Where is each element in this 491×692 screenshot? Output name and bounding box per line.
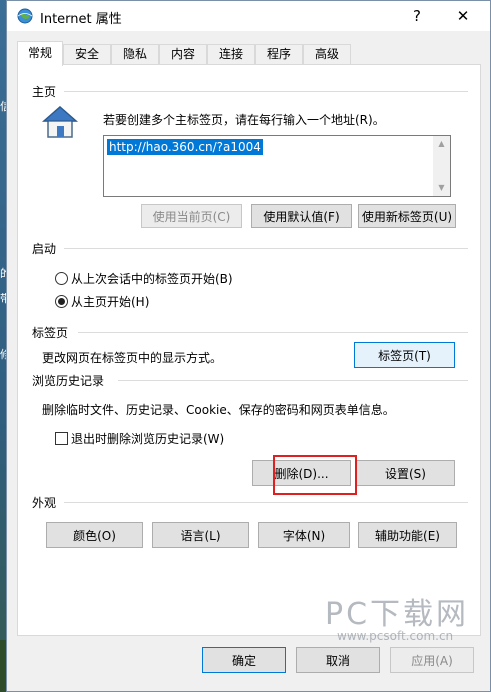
watermark-brand: PC下载网: [325, 597, 470, 632]
history-section-title: 浏览历史记录: [32, 374, 105, 388]
homepage-instruction: 若要创建多个主标签页，请在每行输入一个地址(R)。: [103, 113, 385, 127]
homepage-url-value: http://hao.360.cn/?a1004: [107, 139, 263, 155]
homepage-section-title: 主页: [32, 85, 57, 99]
tabs-description: 更改网页在标签页中的显示方式。: [42, 351, 223, 365]
tab-programs[interactable]: 程序: [255, 44, 303, 65]
accessibility-button[interactable]: 辅助功能(E): [358, 522, 457, 548]
section-divider: [64, 502, 468, 503]
delete-on-exit-label: 退出时删除浏览历史记录(W): [71, 432, 225, 446]
tabs-settings-button[interactable]: 标签页(T): [354, 342, 455, 368]
textarea-scrollbar[interactable]: ▲ ▼: [433, 136, 450, 196]
use-current-page-button[interactable]: 使用当前页(C): [141, 204, 242, 228]
help-button[interactable]: ?: [405, 5, 429, 27]
startup-last-session-radio[interactable]: [55, 272, 68, 285]
use-new-tab-button[interactable]: 使用新标签页(U): [358, 204, 456, 228]
internet-options-dialog: Internet 属性 ? ✕ 常规 安全 隐私 内容 连接 程序 高级 主页 …: [6, 0, 491, 692]
history-description: 删除临时文件、历史记录、Cookie、保存的密码和网页表单信息。: [42, 403, 395, 417]
section-divider: [64, 91, 468, 92]
languages-button[interactable]: 语言(L): [152, 522, 249, 548]
fonts-button[interactable]: 字体(N): [258, 522, 350, 548]
watermark-url: www.pcsoft.com.cn: [337, 629, 454, 643]
window-title: Internet 属性: [40, 12, 122, 27]
history-settings-button[interactable]: 设置(S): [356, 460, 455, 486]
title-bar[interactable]: Internet 属性 ? ✕: [7, 1, 490, 31]
appearance-section-title: 外观: [32, 496, 57, 510]
use-default-button[interactable]: 使用默认值(F): [251, 204, 352, 228]
apply-button[interactable]: 应用(A): [390, 647, 474, 673]
startup-homepage-label: 从主页开始(H): [71, 295, 150, 309]
close-button[interactable]: ✕: [451, 5, 475, 27]
section-divider: [118, 380, 468, 381]
tab-privacy[interactable]: 隐私: [111, 44, 159, 65]
colors-button[interactable]: 颜色(O): [46, 522, 143, 548]
highlight-annotation-box: [273, 455, 357, 495]
delete-on-exit-checkbox[interactable]: [55, 432, 68, 445]
tab-advanced[interactable]: 高级: [303, 44, 351, 65]
tabs-section-title: 标签页: [32, 326, 69, 340]
homepage-url-textarea[interactable]: http://hao.360.cn/?a1004 ▲ ▼: [103, 135, 451, 197]
tab-security[interactable]: 安全: [63, 44, 111, 65]
scroll-up-icon[interactable]: ▲: [433, 136, 450, 152]
internet-globe-icon: [17, 8, 33, 24]
startup-section-title: 启动: [32, 242, 57, 256]
general-tab-panel: 主页 若要创建多个主标签页，请在每行输入一个地址(R)。 http://hao.…: [17, 64, 481, 636]
section-divider: [64, 248, 468, 249]
home-icon: [42, 106, 78, 138]
scroll-down-icon[interactable]: ▼: [433, 180, 450, 196]
ok-button[interactable]: 确定: [202, 647, 286, 673]
cancel-button[interactable]: 取消: [296, 647, 380, 673]
startup-homepage-radio[interactable]: [55, 295, 68, 308]
startup-last-session-label: 从上次会话中的标签页开始(B): [71, 272, 233, 286]
tab-general[interactable]: 常规: [17, 41, 63, 66]
tab-content[interactable]: 内容: [159, 44, 207, 65]
section-divider: [78, 332, 468, 333]
tab-connections[interactable]: 连接: [207, 44, 255, 65]
